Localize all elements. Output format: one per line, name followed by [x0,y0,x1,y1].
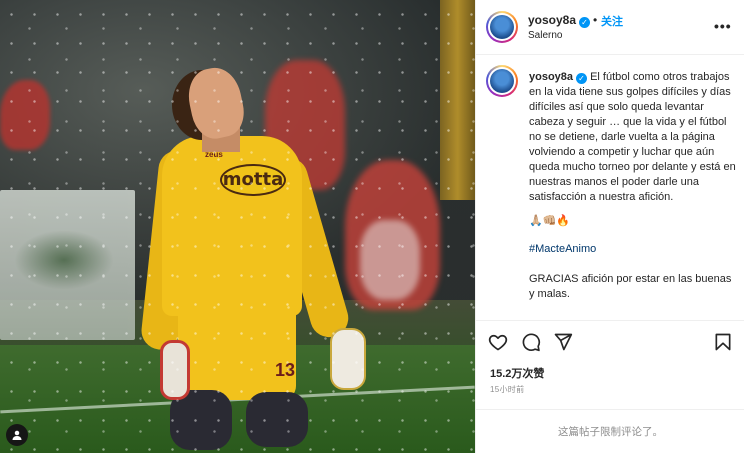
share-icon[interactable] [553,332,575,354]
post-header: yosoy8a ✓ • 关注 Salerno ••• [476,0,744,55]
avatar[interactable] [486,11,518,43]
more-options-icon[interactable]: ••• [714,18,732,34]
caption-gracias: GRACIAS afición por estar en las buenas … [529,273,732,300]
avatar[interactable] [486,65,518,97]
caption-text: yosoy8a ✓ El fútbol como otros trabajos e… [529,70,739,302]
caption-section: yosoy8a ✓ El fútbol como otros trabajos e… [476,55,744,320]
hashtag-link[interactable]: #MacteAnimo [529,242,739,257]
username-text[interactable]: yosoy8a [528,13,576,27]
header-username[interactable]: yosoy8a ✓ [528,13,591,28]
snow-overlay [0,0,475,453]
comment-icon[interactable] [521,332,543,354]
comments-disabled-notice: 这篇帖子限制评论了。 [476,409,744,453]
post-photo[interactable]: zeus motta 13 [0,0,475,453]
location-link[interactable]: Salerno [528,30,562,41]
post-side-panel: yosoy8a ✓ • 关注 Salerno ••• yosoy8a ✓ El fú… [475,0,744,453]
caption-username[interactable]: yosoy8a [529,71,573,83]
post-timestamp[interactable]: 15小时前 [490,384,524,395]
bookmark-icon[interactable] [713,332,735,354]
separator-dot: • [593,13,598,27]
user-tag-icon[interactable] [6,424,28,446]
likes-count[interactable]: 15.2万次赞 [490,365,544,381]
caption-body: El fútbol como otros trabajos en la vida… [529,71,736,203]
follow-button[interactable]: 关注 [601,13,623,29]
verified-badge-icon: ✓ [576,73,588,84]
caption-emojis: 🙏🏼👊🏼🔥 [529,215,571,227]
verified-badge-icon: ✓ [579,17,591,28]
action-bar: 15.2万次赞 15小时前 这篇帖子限制评论了。 [476,320,744,453]
heart-icon[interactable] [488,332,510,354]
